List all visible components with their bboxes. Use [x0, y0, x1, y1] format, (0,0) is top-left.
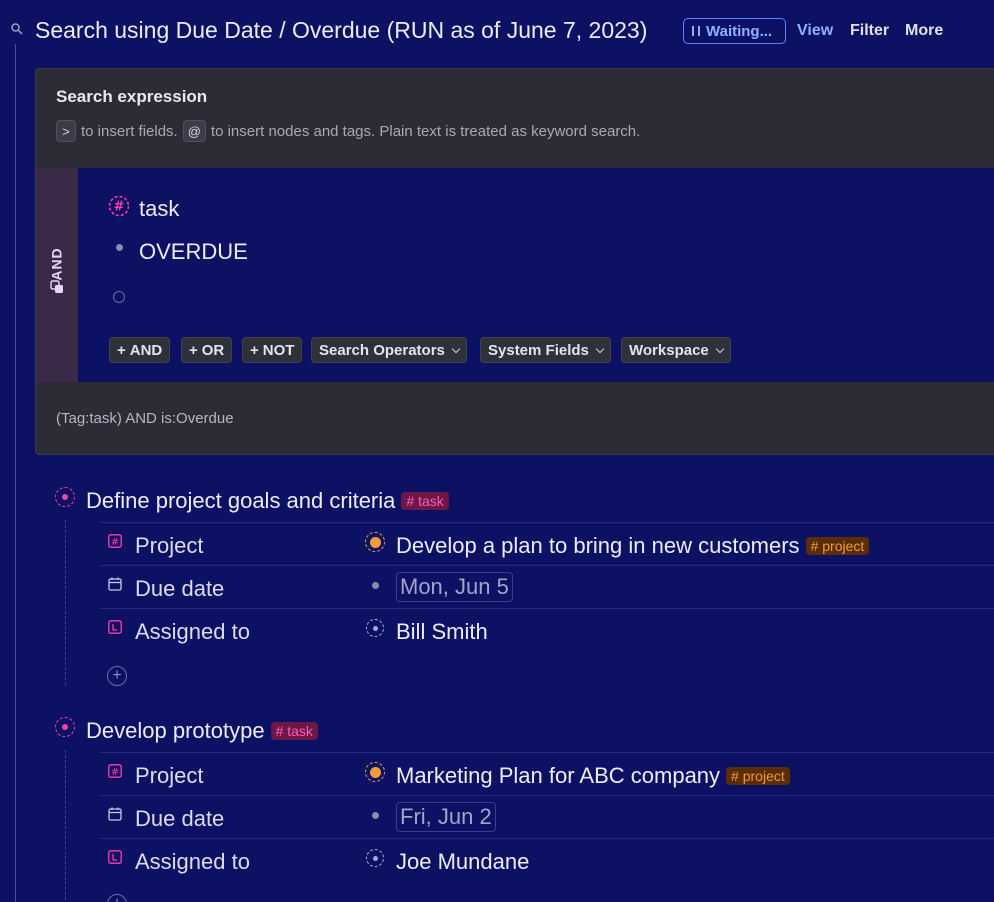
result-title[interactable]: Define project goals and criteria # task — [86, 488, 449, 514]
person-bullet-icon[interactable] — [366, 619, 384, 637]
project-tag-label: project — [822, 538, 865, 554]
calendar-icon — [108, 807, 122, 821]
result-title[interactable]: Develop prototype # task — [86, 718, 318, 744]
chevron-down-icon — [715, 344, 725, 353]
waiting-label: Waiting... — [706, 22, 773, 40]
expression-tag-task[interactable]: task — [139, 196, 179, 222]
search-hint: > to insert fields. @ to insert nodes an… — [56, 120, 640, 142]
field-row-assigned-to: Assigned to Bill Smith — [100, 608, 994, 651]
bullet-icon — [116, 244, 123, 251]
query-preview: (Tag:task) AND is:Overdue — [56, 410, 234, 427]
filter-button[interactable]: Filter — [850, 22, 889, 40]
add-or-label: OR — [201, 341, 225, 359]
assignee-value[interactable]: Joe Mundane — [396, 849, 529, 875]
field-row-project: # Project Marketing Plan for ABC company… — [100, 752, 994, 795]
add-not-label: NOT — [262, 341, 295, 359]
indent-guide — [65, 520, 66, 685]
field-row-due-date: Due date Fri, Jun 2 — [100, 795, 994, 838]
calendar-icon — [108, 577, 122, 591]
field-value[interactable]: Develop a plan to bring in new customers… — [396, 533, 870, 559]
add-and-label: AND — [129, 341, 163, 359]
plus-icon: + — [250, 341, 259, 359]
view-button[interactable]: View — [797, 22, 833, 40]
svg-text:#: # — [114, 200, 125, 215]
waiting-status-button[interactable]: Waiting... — [683, 18, 786, 44]
chevron-down-icon — [451, 344, 461, 353]
and-group-label[interactable]: AND — [36, 168, 78, 382]
project-tag[interactable]: # project — [805, 537, 870, 555]
project-tag-label: project — [742, 768, 785, 784]
field-label: Due date — [135, 806, 225, 831]
field-label: Assigned to — [135, 849, 250, 874]
person-bullet-icon[interactable] — [366, 849, 384, 867]
field-value[interactable]: Marketing Plan for ABC company # project — [396, 763, 790, 789]
field-label: Project — [135, 763, 204, 788]
task-tag-label: task — [418, 493, 444, 509]
and-group-text: AND — [49, 247, 65, 281]
panel-title: Search expression — [56, 87, 208, 106]
workspace-label: Workspace — [629, 341, 709, 359]
result-title-text: Define project goals and criteria — [86, 488, 396, 513]
more-button[interactable]: More — [905, 22, 943, 40]
node-bullet-icon[interactable] — [55, 487, 75, 507]
tag-hash-icon: # — [108, 195, 130, 217]
search-operators-label: Search Operators — [319, 341, 445, 359]
hint-text-1: to insert fields. — [81, 122, 178, 140]
field-row-due-date: Due date Mon, Jun 5 — [100, 565, 994, 608]
task-tag[interactable]: # task — [270, 722, 318, 740]
empty-expression-bullet[interactable] — [113, 291, 125, 303]
indent-guide — [65, 750, 66, 902]
project-bullet-icon[interactable] — [365, 532, 385, 552]
field-hash-icon: # — [108, 764, 122, 778]
due-date-value[interactable]: Mon, Jun 5 — [396, 572, 513, 602]
plus-icon: + — [117, 341, 126, 359]
plus-icon: + — [189, 341, 198, 359]
project-link[interactable]: Marketing Plan for ABC company — [396, 763, 720, 789]
search-icon — [11, 23, 23, 35]
node-bullet-icon[interactable] — [55, 717, 75, 737]
add-and-button[interactable]: + AND — [109, 337, 171, 363]
add-not-button[interactable]: + NOT — [242, 337, 303, 363]
project-tag[interactable]: # project — [726, 767, 790, 785]
field-label: Project — [135, 533, 204, 558]
group-icon — [50, 280, 63, 293]
field-options-icon — [108, 850, 122, 864]
due-date-value[interactable]: Fri, Jun 2 — [396, 802, 496, 832]
add-field-button[interactable]: + — [107, 894, 127, 902]
chevron-down-icon — [595, 344, 605, 353]
task-tag[interactable]: # task — [401, 492, 449, 510]
field-row-assigned-to: Assigned to Joe Mundane — [100, 838, 994, 881]
outline-guide-line — [15, 44, 16, 902]
kbd-greater: > — [56, 120, 76, 142]
bullet-icon — [372, 582, 379, 589]
search-operators-dropdown[interactable]: Search Operators — [311, 337, 467, 363]
system-fields-label: System Fields — [488, 341, 589, 359]
svg-text:#: # — [111, 767, 119, 778]
project-link[interactable]: Develop a plan to bring in new customers — [396, 533, 800, 559]
field-options-icon — [108, 620, 122, 634]
pause-icon — [692, 26, 700, 36]
result-title-text: Develop prototype — [86, 718, 265, 743]
field-label: Assigned to — [135, 619, 250, 644]
add-field-button[interactable]: + — [107, 666, 127, 686]
hint-text-2: to insert nodes and tags. Plain text is … — [210, 122, 641, 140]
svg-text:#: # — [111, 537, 119, 548]
page-title: Search using Due Date / Overdue (RUN as … — [35, 17, 648, 43]
workspace-dropdown[interactable]: Workspace — [621, 337, 731, 363]
system-fields-dropdown[interactable]: System Fields — [480, 337, 611, 363]
project-bullet-icon[interactable] — [365, 762, 385, 782]
expression-overdue[interactable]: OVERDUE — [139, 239, 248, 265]
kbd-at: @ — [182, 120, 206, 142]
field-label: Due date — [135, 576, 225, 601]
bullet-icon — [372, 812, 379, 819]
field-hash-icon: # — [108, 534, 122, 548]
add-or-button[interactable]: + OR — [181, 337, 233, 363]
task-tag-label: task — [287, 723, 313, 739]
field-row-project: # Project Develop a plan to bring in new… — [100, 522, 994, 565]
assignee-value[interactable]: Bill Smith — [396, 619, 488, 645]
